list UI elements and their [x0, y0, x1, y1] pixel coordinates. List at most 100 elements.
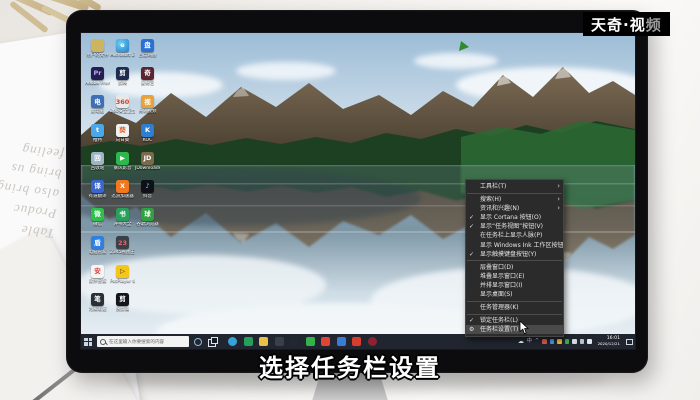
desktop-icon-Adobe Premiere[interactable]: Pr Adobe Premiere	[85, 67, 110, 95]
menu-item-搜索(H)[interactable]: 搜索(H) ›	[466, 195, 563, 204]
app-icon: 23	[116, 236, 129, 250]
menu-item-在任务栏上显示人脉(P)[interactable]: 在任务栏上显示人脉(P)	[466, 231, 563, 240]
windows-desktop: 用户的文件eMicrosoft Edge盘百度网盘PrAdobe Premier…	[80, 32, 636, 350]
taskbar-app-app-red[interactable]	[321, 337, 330, 346]
taskbar-app-pc-manager[interactable]	[336, 337, 346, 346]
desktop-icon-row: 笔为知笔记剪快剪辑	[85, 292, 160, 321]
menu-item-显示 Cortana 按钮(O)[interactable]: ✓ 显示 Cortana 按钮(O)	[466, 213, 563, 222]
app-icon-glyph: 剪	[119, 69, 126, 78]
network-icon[interactable]	[579, 339, 585, 344]
desktop-icon-有道翻译[interactable]: 译有道翻译	[85, 179, 110, 208]
desktop-icon-爱奇艺[interactable]: 奇爱奇艺	[135, 67, 160, 95]
menu-item-锁定任务栏(L)[interactable]: ✓ 锁定任务栏(L)	[466, 316, 563, 325]
desktop-icon-评书大全[interactable]: 书评书大全	[110, 208, 135, 236]
app-icon-glyph: 葵	[119, 125, 126, 134]
desktop-icon-谷歌浏览器[interactable]: 球谷歌浏览器	[135, 208, 160, 236]
onedrive-cloud-icon[interactable]: ☁	[518, 338, 524, 345]
ime-indicator[interactable]: 中	[527, 339, 532, 344]
app-icon: 电	[91, 95, 104, 109]
menu-item-堆叠显示窗口(E)[interactable]: 堆叠显示窗口(E)	[466, 272, 563, 281]
app-icon-glyph: 盘	[144, 41, 151, 50]
app-icon: K	[141, 123, 154, 137]
desktop-icon-微信[interactable]: 微微信	[85, 208, 110, 236]
tray-app-green[interactable]	[564, 339, 570, 344]
menu-item-label: 显示 Windows Ink 工作区按钮(W)	[480, 241, 563, 249]
desktop-icon-暴风影音[interactable]: ▶ 暴风影音	[110, 151, 135, 180]
menu-item-label: 任务管理器(K)	[480, 304, 519, 312]
menu-item-label: 任务栏设置(T)	[480, 326, 519, 334]
taskbar-app-app-green[interactable]	[305, 337, 315, 346]
menu-item-显示桌面(S)[interactable]: 显示桌面(S)	[466, 290, 563, 299]
watermark-text-faded: 频	[645, 15, 662, 34]
task-view-button[interactable]	[208, 336, 218, 347]
desktop-icon-腾讯视频[interactable]: 视腾讯视频	[135, 95, 160, 123]
desktop-icon-推特[interactable]: t 推特	[85, 123, 110, 152]
taskbar-clock[interactable]: 16:01 2020/12/21	[598, 336, 620, 347]
desktop-icon-row: 用户的文件eMicrosoft Edge盘百度网盘	[85, 39, 160, 67]
tray-app-yellow[interactable]	[557, 339, 562, 344]
menu-item-层叠窗口(D)[interactable]: 层叠窗口(D)	[466, 263, 563, 272]
tray-app-red[interactable]	[542, 339, 547, 344]
checkmark-icon: ✓	[469, 317, 475, 325]
taskbar-app-app-dark-2[interactable]	[290, 337, 299, 346]
desktop-icon-2345看图王[interactable]: 23 2345看图王	[110, 236, 135, 264]
desktop-icon-label: 谷歌浏览器	[136, 222, 159, 228]
menu-item-资讯和兴趣(N)[interactable]: 资讯和兴趣(N) ›	[466, 204, 563, 213]
menu-item-label: 显示触摸键盘按钮(Y)	[480, 250, 537, 258]
desktop-icon-抖音[interactable]: ♪ 抖音	[135, 179, 160, 208]
desktop-icon-label: JDownloader	[135, 165, 160, 171]
desktop-icon-JDownloader[interactable]: JD JDownloader	[135, 151, 160, 180]
search-icon	[100, 338, 106, 345]
taskbar-app-wechat[interactable]	[243, 337, 253, 346]
desktop-icon-向日葵[interactable]: 葵向日葵	[110, 123, 135, 152]
taskbar-search-input[interactable]: 在这里输入你要搜索的内容	[97, 336, 189, 347]
desktop-icon-剪映[interactable]: 剪剪映	[110, 67, 135, 95]
desktop-icon-Microsoft Edge[interactable]: e Microsoft Edge	[110, 39, 135, 67]
desktop-icon-label: 此电脑	[90, 109, 105, 115]
desktop-icon-回收站[interactable]: 回回收站	[85, 151, 110, 180]
hidden-icons-expander[interactable]: ^	[535, 339, 539, 344]
menu-item-任务管理器(K)[interactable]: 任务管理器(K)	[466, 303, 563, 312]
desktop-icon-快剪辑[interactable]: 剪快剪辑	[110, 292, 135, 321]
desktop-icon-此电脑[interactable]: 电此电脑	[85, 95, 110, 123]
desktop-icon-360安全卫士[interactable]: 360 360安全卫士	[110, 95, 135, 123]
app-icon-glyph: 笔	[94, 294, 101, 303]
menu-item-显示触摸键盘按钮(Y)[interactable]: ✓ 显示触摸键盘按钮(Y)	[466, 250, 563, 259]
menu-item-并排显示窗口(I)[interactable]: 并排显示窗口(I)	[466, 281, 563, 290]
submenu-arrow-icon: ›	[557, 182, 560, 190]
app-icon: 回	[91, 151, 104, 165]
video-frame: Table Produc also bring bring us feeling 天奇·…	[0, 0, 700, 400]
desktop-icon-label: 为知笔记	[88, 306, 107, 312]
app-icon-glyph: ▷	[120, 266, 125, 275]
taskbar-app-app-red-2[interactable]	[352, 337, 361, 346]
taskbar-app-app-dark-1[interactable]	[274, 337, 284, 346]
desktop-icon-电脑管家[interactable]: 盾电脑管家	[85, 236, 110, 264]
menu-item-显示 Windows Ink 工作区按钮(W)[interactable]: 显示 Windows Ink 工作区按钮(W)	[466, 241, 563, 250]
desktop-icon-label: 腾讯视频	[138, 109, 157, 115]
menu-item-任务栏设置(T)[interactable]: ⚙ 任务栏设置(T)	[466, 325, 563, 335]
desktop-icon-用户的文件[interactable]: 用户的文件	[85, 39, 110, 67]
desktop-icon-KOC[interactable]: K KOC	[135, 123, 160, 152]
desktop-icon-软件管家[interactable]: 安软件管家	[85, 264, 110, 293]
desktop-icon-百度网盘[interactable]: 盘百度网盘	[135, 39, 160, 67]
desktop-icon-label: 用户的文件	[86, 53, 109, 58]
taskbar-app-app-maroon[interactable]	[367, 337, 377, 346]
menu-item-工具栏(T)[interactable]: 工具栏(T) ›	[466, 182, 563, 191]
start-button[interactable]	[81, 334, 95, 349]
keyboard-icon[interactable]	[572, 339, 577, 344]
app-icon-glyph: X	[119, 182, 125, 191]
action-center-button[interactable]	[626, 338, 633, 345]
desktop-icon-为知笔记[interactable]: 笔为知笔记	[85, 292, 110, 321]
tray-app-blue[interactable]	[549, 339, 555, 344]
desktop-icon-迅游加速器[interactable]: X 迅游加速器	[110, 179, 135, 208]
menu-item-label: 层叠窗口(D)	[480, 263, 514, 271]
menu-item-显示“任务视图”按钮(V)[interactable]: ✓ 显示“任务视图”按钮(V)	[466, 222, 563, 231]
volume-icon[interactable]	[587, 339, 592, 344]
cortana-button[interactable]	[194, 337, 202, 346]
checkmark-icon: ✓	[469, 223, 475, 231]
taskbar-app-edge[interactable]	[228, 337, 237, 346]
app-icon: ♪	[141, 179, 154, 193]
app-icon: 360	[116, 95, 129, 109]
desktop-icon-PotPlayer 64[interactable]: ▷ PotPlayer 64	[110, 264, 135, 293]
taskbar-app-file-explorer[interactable]	[259, 337, 268, 346]
